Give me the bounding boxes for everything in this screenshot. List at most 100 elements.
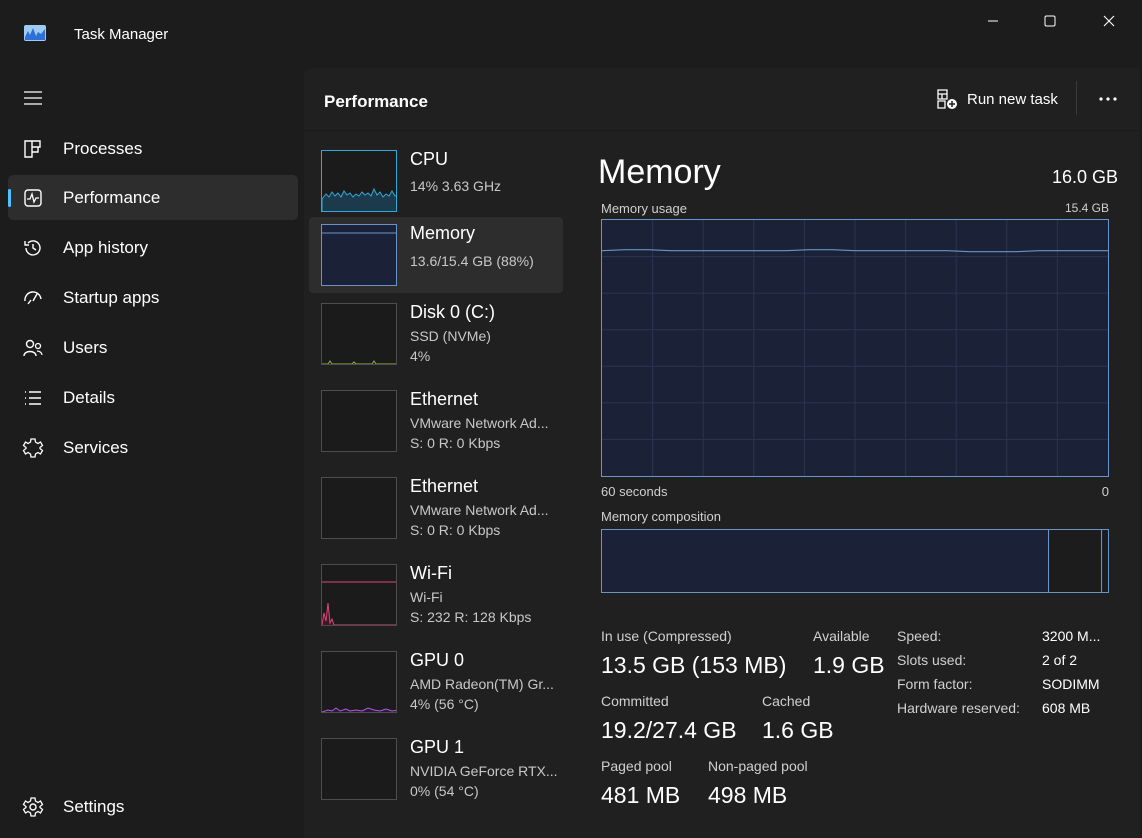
more-icon <box>1099 97 1117 101</box>
memory-usage-graph <box>601 219 1109 477</box>
device-item-gpu-1[interactable]: GPU 1 NVIDIA GeForce RTX... 0% (54 °C) <box>309 731 563 807</box>
run-task-label: Run new task <box>967 90 1058 108</box>
non-paged-pool-label: Non-paged pool <box>708 758 808 774</box>
sidebar-item-label: Processes <box>63 138 143 158</box>
memory-composition-bar <box>601 529 1109 593</box>
graph-time-left: 60 seconds <box>601 484 668 499</box>
device-detail: 14% 3.63 GHz <box>410 178 502 194</box>
sidebar-item-label: App history <box>63 237 149 257</box>
composition-in-use-segment <box>602 530 1049 592</box>
sidebar-item-label: Services <box>63 437 129 457</box>
sidebar-item-label: Settings <box>63 796 125 816</box>
available-label: Available <box>813 628 870 644</box>
performance-icon <box>24 189 42 207</box>
device-item-gpu-0[interactable]: GPU 0 AMD Radeon(TM) Gr... 4% (56 °C) <box>309 644 563 720</box>
device-name: Wi-Fi <box>410 563 452 583</box>
device-detail: VMware Network Ad... <box>410 502 549 518</box>
device-name: Disk 0 (C:) <box>410 302 495 322</box>
available-value: 1.9 GB <box>813 652 885 678</box>
device-detail: VMware Network Ad... <box>410 415 549 431</box>
sidebar-item-processes[interactable]: Processes <box>8 126 298 171</box>
sidebar-item-services[interactable]: Services <box>8 425 298 470</box>
maximize-button[interactable] <box>1021 6 1079 36</box>
minimize-icon <box>988 20 998 22</box>
form-factor-label: Form factor: <box>897 676 973 692</box>
more-options-button[interactable] <box>1094 86 1122 112</box>
gpu0-thumbnail-graph <box>321 651 397 713</box>
device-name: GPU 0 <box>410 650 465 670</box>
device-detail: 13.6/15.4 GB (88%) <box>410 253 534 269</box>
processes-icon <box>24 140 41 158</box>
menu-toggle-button[interactable] <box>20 86 46 110</box>
sidebar-item-app-history[interactable]: App history <box>8 225 298 270</box>
memory-usage-label: Memory usage <box>601 201 687 216</box>
speed-value: 3200 M... <box>1042 628 1101 644</box>
gpu1-thumbnail-graph <box>321 738 397 800</box>
memory-composition-label: Memory composition <box>601 509 721 524</box>
sidebar-item-label: Details <box>63 387 115 407</box>
sidebar-item-performance[interactable]: Performance <box>8 175 298 220</box>
memory-thumbnail-graph <box>321 224 397 286</box>
settings-icon <box>22 797 44 817</box>
device-name: CPU <box>410 149 449 169</box>
device-detail: Wi-Fi <box>410 589 443 605</box>
hardware-reserved-label: Hardware reserved: <box>897 700 1020 716</box>
device-detail: S: 0 R: 0 Kbps <box>410 435 501 451</box>
page-title: Performance <box>324 92 428 111</box>
committed-label: Committed <box>601 693 669 709</box>
composition-standby-segment <box>1050 530 1102 592</box>
ethernet-thumbnail-graph <box>321 477 397 539</box>
details-icon <box>25 391 41 405</box>
sidebar-item-label: Performance <box>63 187 161 207</box>
disk-thumbnail-graph <box>321 303 397 365</box>
device-name: GPU 1 <box>410 737 465 757</box>
sidebar: Processes Performance App history Startu… <box>0 68 304 838</box>
startup-icon <box>24 291 42 305</box>
device-name: Ethernet <box>410 476 479 496</box>
window-title: Task Manager <box>74 26 169 43</box>
form-factor-value: SODIMM <box>1042 676 1100 692</box>
device-detail: SSD (NVMe) <box>410 328 491 344</box>
main-panel: Performance Run new task CPU 14% 3.63 GH… <box>304 68 1140 838</box>
device-detail: S: 0 R: 0 Kbps <box>410 522 501 538</box>
device-item-memory[interactable]: Memory 13.6/15.4 GB (88%) <box>309 217 563 293</box>
device-detail: S: 232 R: 128 Kbps <box>410 609 532 625</box>
slots-used-value: 2 of 2 <box>1042 652 1078 668</box>
title-bar: Task Manager <box>0 0 1142 68</box>
task-manager-icon <box>24 25 46 41</box>
graph-time-right: 0 <box>1101 484 1109 499</box>
sidebar-item-settings[interactable]: Settings <box>8 784 298 829</box>
sidebar-item-users[interactable]: Users <box>8 325 298 370</box>
sidebar-item-label: Startup apps <box>63 287 160 307</box>
speed-label: Speed: <box>897 628 942 644</box>
paged-pool-label: Paged pool <box>601 758 672 774</box>
close-button[interactable] <box>1080 6 1138 36</box>
device-name: Ethernet <box>410 389 479 409</box>
in-use-value: 13.5 GB (153 MB) <box>601 652 787 678</box>
device-item-ethernet-2[interactable]: Ethernet VMware Network Ad... S: 0 R: 0 … <box>309 470 563 546</box>
services-icon <box>22 438 44 458</box>
users-icon <box>23 339 43 357</box>
device-item-cpu[interactable]: CPU 14% 3.63 GHz <box>309 143 563 219</box>
memory-usage-max: 15.4 GB <box>1064 201 1109 215</box>
composition-free-segment <box>1103 530 1108 592</box>
device-detail: AMD Radeon(TM) Gr... <box>410 676 554 692</box>
committed-value: 19.2/27.4 GB <box>601 717 737 743</box>
sidebar-item-startup-apps[interactable]: Startup apps <box>8 275 298 320</box>
device-item-ethernet-1[interactable]: Ethernet VMware Network Ad... S: 0 R: 0 … <box>309 383 563 459</box>
device-item-disk[interactable]: Disk 0 (C:) SSD (NVMe) 4% <box>309 296 563 372</box>
device-detail: 4% (56 °C) <box>410 696 479 712</box>
minimize-button[interactable] <box>964 6 1022 36</box>
close-icon <box>1103 15 1115 27</box>
paged-pool-value: 481 MB <box>601 782 681 808</box>
sidebar-item-details[interactable]: Details <box>8 375 298 420</box>
page-header: Performance Run new task <box>304 68 1140 131</box>
slots-used-label: Slots used: <box>897 652 967 668</box>
memory-title: Memory <box>598 153 721 191</box>
run-task-icon <box>937 89 957 109</box>
memory-total: 16.0 GB <box>1051 167 1118 187</box>
run-new-task-button[interactable]: Run new task <box>936 84 1058 114</box>
ethernet-thumbnail-graph <box>321 390 397 452</box>
cached-value: 1.6 GB <box>762 717 834 743</box>
device-item-wifi[interactable]: Wi-Fi Wi-Fi S: 232 R: 128 Kbps <box>309 557 563 633</box>
